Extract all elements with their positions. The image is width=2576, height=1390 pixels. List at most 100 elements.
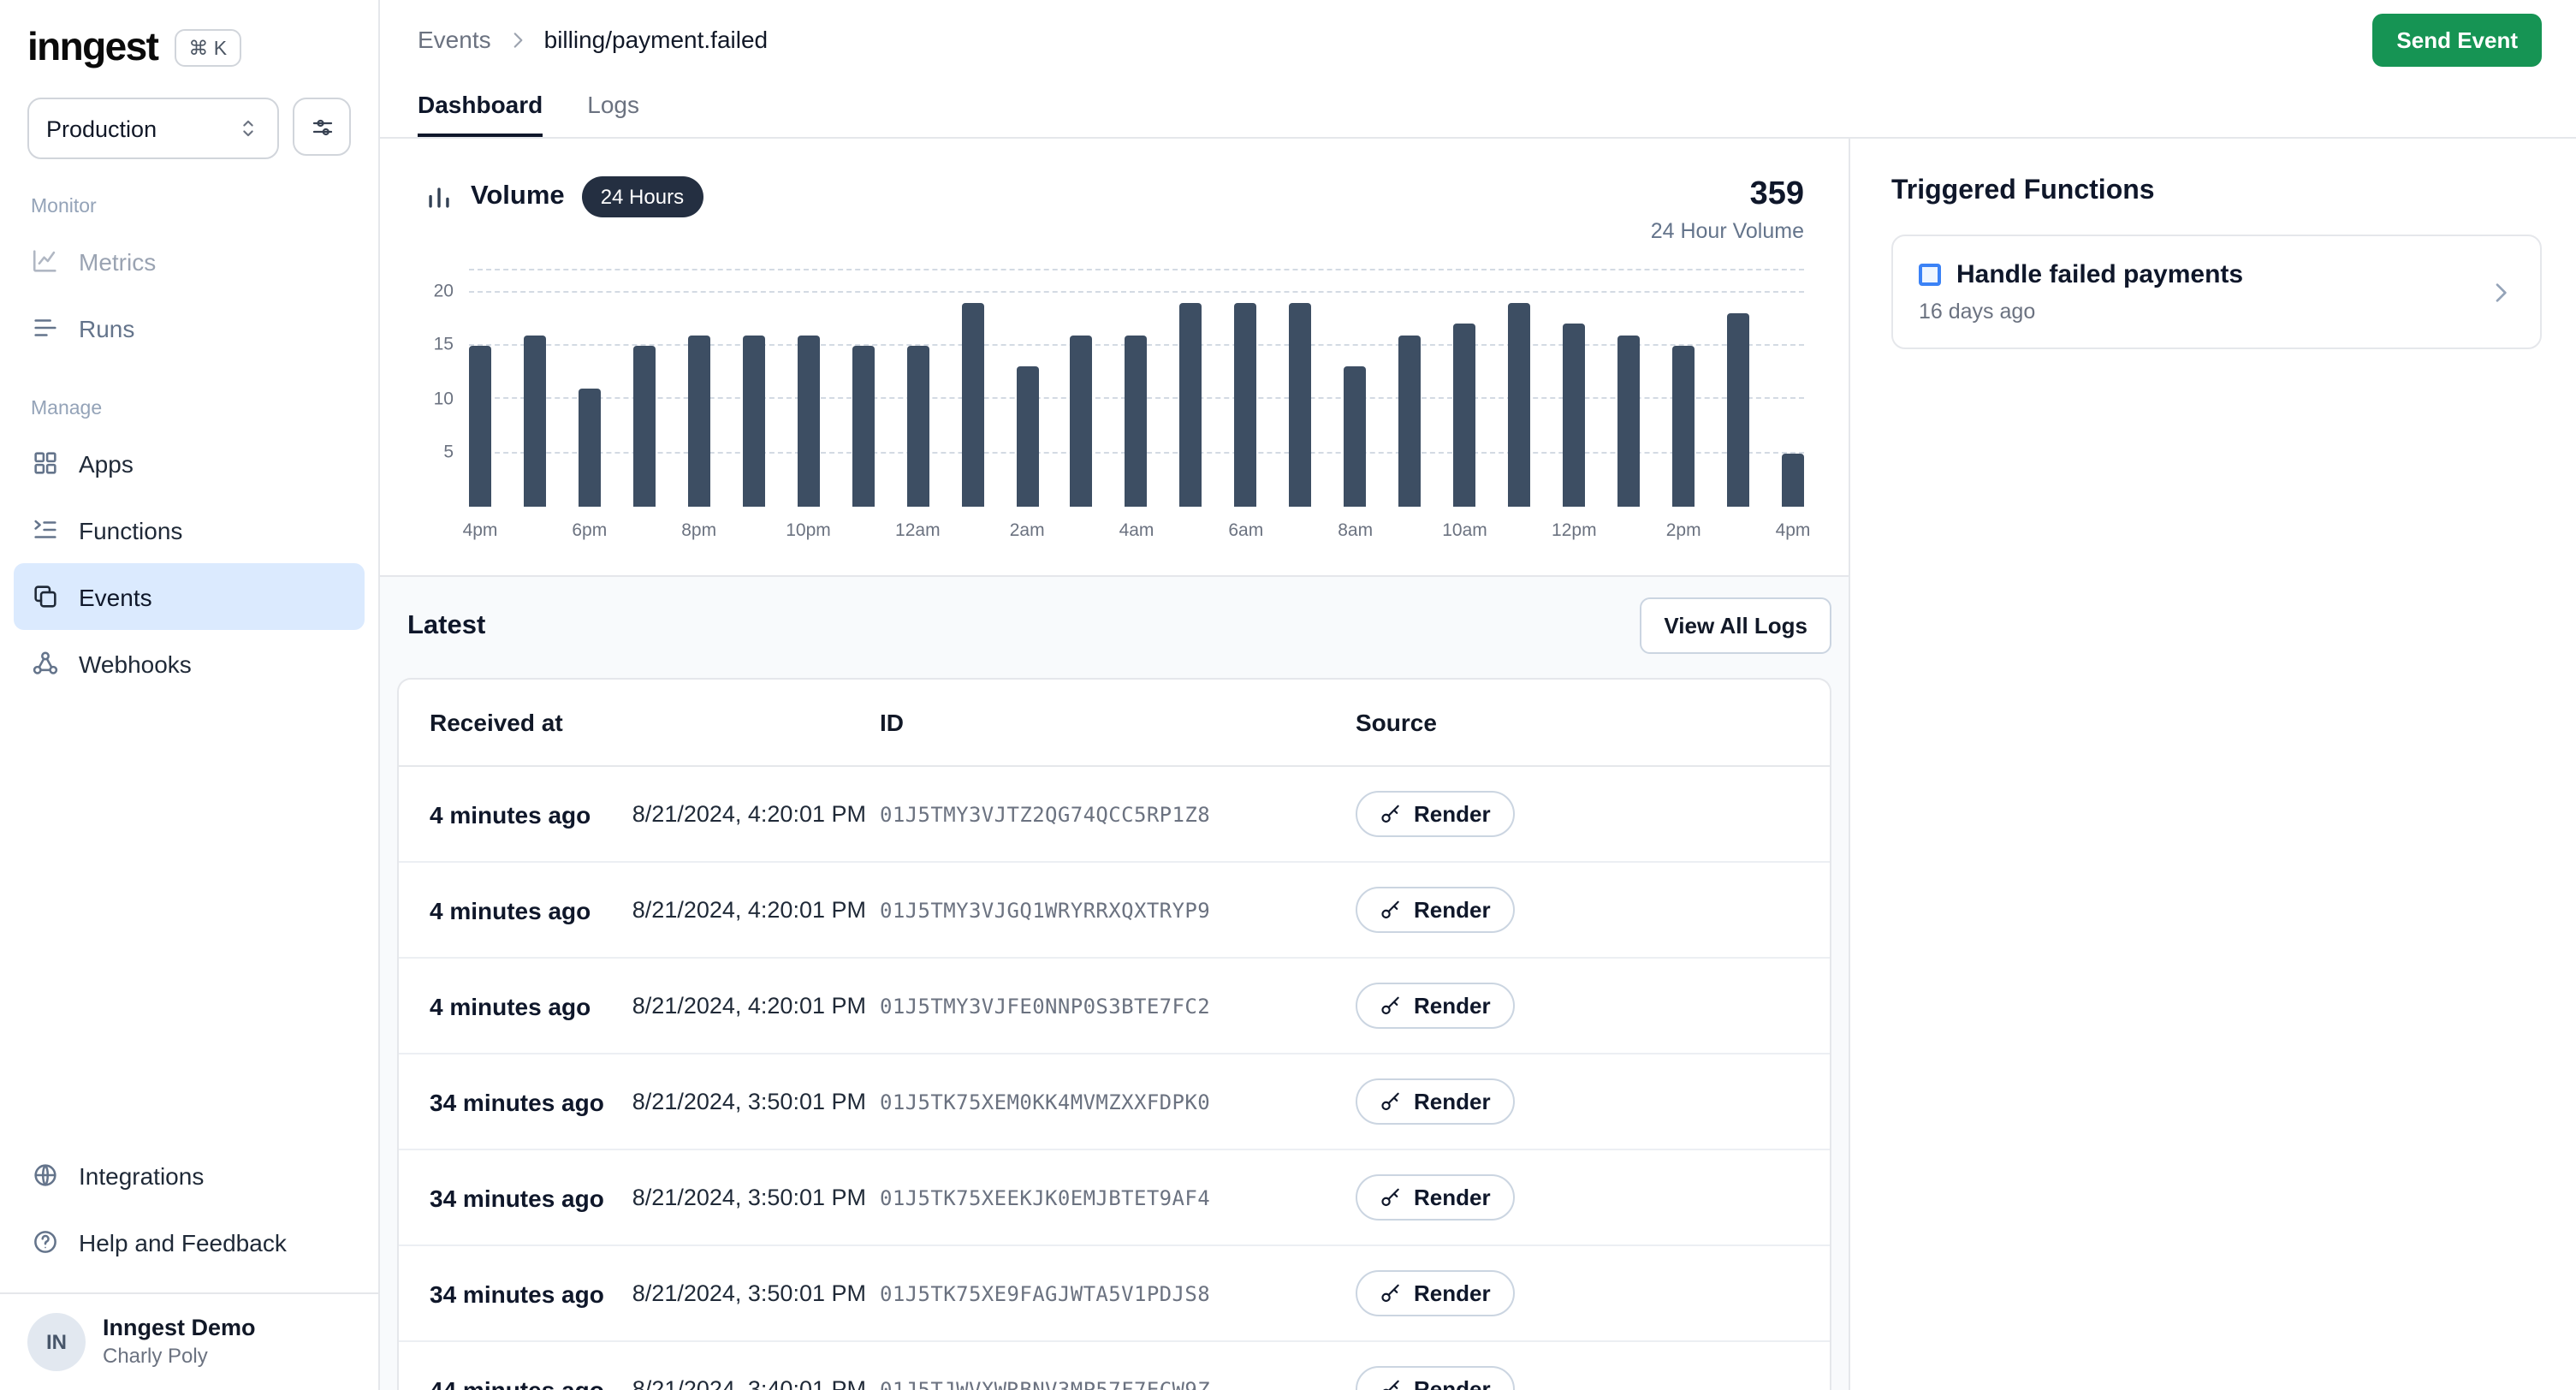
source-label: Render bbox=[1414, 1185, 1491, 1210]
environment-selector[interactable]: Production bbox=[27, 98, 279, 159]
volume-bar bbox=[1235, 303, 1257, 507]
event-id: 01J5TMY3VJTZ2QG74QCC5RP1Z8 bbox=[880, 802, 1356, 826]
volume-bar bbox=[1453, 324, 1475, 507]
x-axis-label: 2am bbox=[1010, 520, 1045, 541]
user-name: Inngest Demo bbox=[103, 1315, 256, 1344]
volume-bar bbox=[579, 389, 601, 507]
y-axis-label: 10 bbox=[434, 390, 454, 408]
source-cell: Render bbox=[1356, 1078, 1830, 1125]
functions-icon bbox=[31, 515, 60, 544]
main-column: Volume 24 Hours 359 24 Hour Volume 51015… bbox=[380, 139, 1850, 1390]
timestamp: 8/21/2024, 4:20:01 PM bbox=[632, 993, 866, 1019]
table-header-row: Received at ID Source bbox=[399, 680, 1830, 767]
environment-label: Production bbox=[46, 116, 157, 141]
volume-bar bbox=[469, 346, 491, 507]
volume-bar bbox=[797, 336, 819, 507]
source-badge[interactable]: Render bbox=[1356, 1366, 1515, 1390]
volume-bar bbox=[1672, 346, 1695, 507]
x-axis-label: 12am bbox=[895, 520, 941, 541]
table-row[interactable]: 44 minutes ago 8/21/2024, 3:40:01 PM 01J… bbox=[399, 1342, 1830, 1390]
source-badge[interactable]: Render bbox=[1356, 1270, 1515, 1316]
timestamp: 8/21/2024, 3:50:01 PM bbox=[632, 1185, 866, 1210]
x-axis-label: 12pm bbox=[1552, 520, 1597, 541]
relative-time: 4 minutes ago bbox=[430, 896, 591, 924]
key-icon bbox=[1380, 899, 1402, 921]
source-label: Render bbox=[1414, 897, 1491, 923]
table-row[interactable]: 4 minutes ago 8/21/2024, 4:20:01 PM 01J5… bbox=[399, 863, 1830, 959]
event-id: 01J5TK75XE9FAGJWTA5V1PDJS8 bbox=[880, 1281, 1356, 1305]
apps-icon bbox=[31, 448, 60, 478]
event-id: 01J5TMY3VJFE0NNP0S3BTE7FC2 bbox=[880, 994, 1356, 1018]
user-org: Charly Poly bbox=[103, 1343, 256, 1369]
sidebar-item-runs[interactable]: Runs bbox=[14, 294, 365, 361]
source-badge[interactable]: Render bbox=[1356, 1078, 1515, 1125]
received-at-cell: 44 minutes ago 8/21/2024, 3:40:01 PM bbox=[430, 1375, 880, 1390]
environment-settings-button[interactable] bbox=[293, 98, 351, 156]
webhooks-icon bbox=[31, 649, 60, 678]
table-row[interactable]: 4 minutes ago 8/21/2024, 4:20:01 PM 01J5… bbox=[399, 959, 1830, 1054]
timestamp: 8/21/2024, 4:20:01 PM bbox=[632, 897, 866, 923]
latest-section: Latest View All Logs Received at ID Sour… bbox=[380, 575, 1849, 1390]
sidebar-item-label: Integrations bbox=[79, 1161, 204, 1189]
event-id: 01J5TK75XEEKJK0EMJBTET9AF4 bbox=[880, 1185, 1356, 1209]
x-axis-label: 10am bbox=[1442, 520, 1487, 541]
table-row[interactable]: 34 minutes ago 8/21/2024, 3:50:01 PM 01J… bbox=[399, 1246, 1830, 1342]
view-all-logs-button[interactable]: View All Logs bbox=[1640, 597, 1831, 654]
monitor-nav: Metrics Runs bbox=[0, 228, 378, 361]
column-header-received-at: Received at bbox=[430, 709, 880, 736]
sidebar-item-apps[interactable]: Apps bbox=[14, 430, 365, 496]
breadcrumb-events-link[interactable]: Events bbox=[418, 26, 491, 53]
volume-header: Volume 24 Hours 359 24 Hour Volume bbox=[424, 176, 1804, 243]
source-badge[interactable]: Render bbox=[1356, 1174, 1515, 1221]
volume-bar bbox=[1016, 366, 1038, 507]
range-pill[interactable]: 24 Hours bbox=[582, 176, 703, 217]
source-badge[interactable]: Render bbox=[1356, 791, 1515, 837]
source-badge[interactable]: Render bbox=[1356, 983, 1515, 1029]
sidebar-item-events[interactable]: Events bbox=[14, 563, 365, 630]
sidebar-item-functions[interactable]: Functions bbox=[14, 496, 365, 563]
source-cell: Render bbox=[1356, 983, 1830, 1029]
events-table: Received at ID Source 4 minutes ago 8/21… bbox=[397, 678, 1831, 1390]
table-row[interactable]: 4 minutes ago 8/21/2024, 4:20:01 PM 01J5… bbox=[399, 767, 1830, 863]
sidebar-item-webhooks[interactable]: Webhooks bbox=[14, 630, 365, 697]
content-area: Events billing/payment.failed Send Event… bbox=[380, 0, 2576, 1390]
sidebar-item-label: Runs bbox=[79, 314, 134, 342]
x-axis-label: 4am bbox=[1119, 520, 1154, 541]
command-k-shortcut[interactable]: ⌘ K bbox=[175, 28, 240, 66]
breadcrumb-current: billing/payment.failed bbox=[544, 26, 769, 53]
volume-total-caption: 24 Hour Volume bbox=[1651, 219, 1804, 243]
bars bbox=[469, 270, 1804, 507]
y-axis-label: 20 bbox=[434, 283, 454, 301]
timestamp: 8/21/2024, 3:50:01 PM bbox=[632, 1280, 866, 1306]
plot-area bbox=[469, 270, 1804, 507]
send-event-button[interactable]: Send Event bbox=[2372, 13, 2542, 66]
sidebar-item-metrics[interactable]: Metrics bbox=[14, 228, 365, 294]
logo-row: inngest ⌘ K bbox=[0, 0, 378, 77]
y-axis: 5101520 bbox=[424, 270, 469, 507]
volume-bar bbox=[633, 346, 656, 507]
received-at-cell: 4 minutes ago 8/21/2024, 4:20:01 PM bbox=[430, 992, 880, 1019]
x-axis-label: 6am bbox=[1228, 520, 1263, 541]
tab-logs[interactable]: Logs bbox=[587, 91, 639, 137]
y-axis-label: 5 bbox=[443, 444, 454, 462]
table-row[interactable]: 34 minutes ago 8/21/2024, 3:50:01 PM 01J… bbox=[399, 1054, 1830, 1150]
source-cell: Render bbox=[1356, 1174, 1830, 1221]
sidebar-item-help[interactable]: Help and Feedback bbox=[14, 1209, 365, 1275]
x-axis-label: 2pm bbox=[1666, 520, 1701, 541]
tab-dashboard[interactable]: Dashboard bbox=[418, 91, 543, 137]
function-status-icon bbox=[1919, 264, 1941, 286]
user-menu[interactable]: IN Inngest Demo Charly Poly bbox=[0, 1292, 378, 1390]
sidebar-item-label: Events bbox=[79, 583, 152, 610]
plot-wrap: 4pm6pm8pm10pm12am2am4am6am8am10am12pm2pm… bbox=[469, 270, 1804, 548]
x-axis-label: 4pm bbox=[463, 520, 498, 541]
volume-bar bbox=[1180, 303, 1202, 507]
x-axis-label: 8pm bbox=[681, 520, 716, 541]
relative-time: 34 minutes ago bbox=[430, 1280, 604, 1307]
triggered-function-card[interactable]: Handle failed payments 16 days ago bbox=[1891, 235, 2542, 349]
section-label-manage: Manage bbox=[0, 361, 378, 430]
timestamp: 8/21/2024, 4:20:01 PM bbox=[632, 801, 866, 827]
sidebar-item-integrations[interactable]: Integrations bbox=[14, 1142, 365, 1209]
x-axis-label: 4pm bbox=[1776, 520, 1811, 541]
table-row[interactable]: 34 minutes ago 8/21/2024, 3:50:01 PM 01J… bbox=[399, 1150, 1830, 1246]
source-badge[interactable]: Render bbox=[1356, 887, 1515, 933]
